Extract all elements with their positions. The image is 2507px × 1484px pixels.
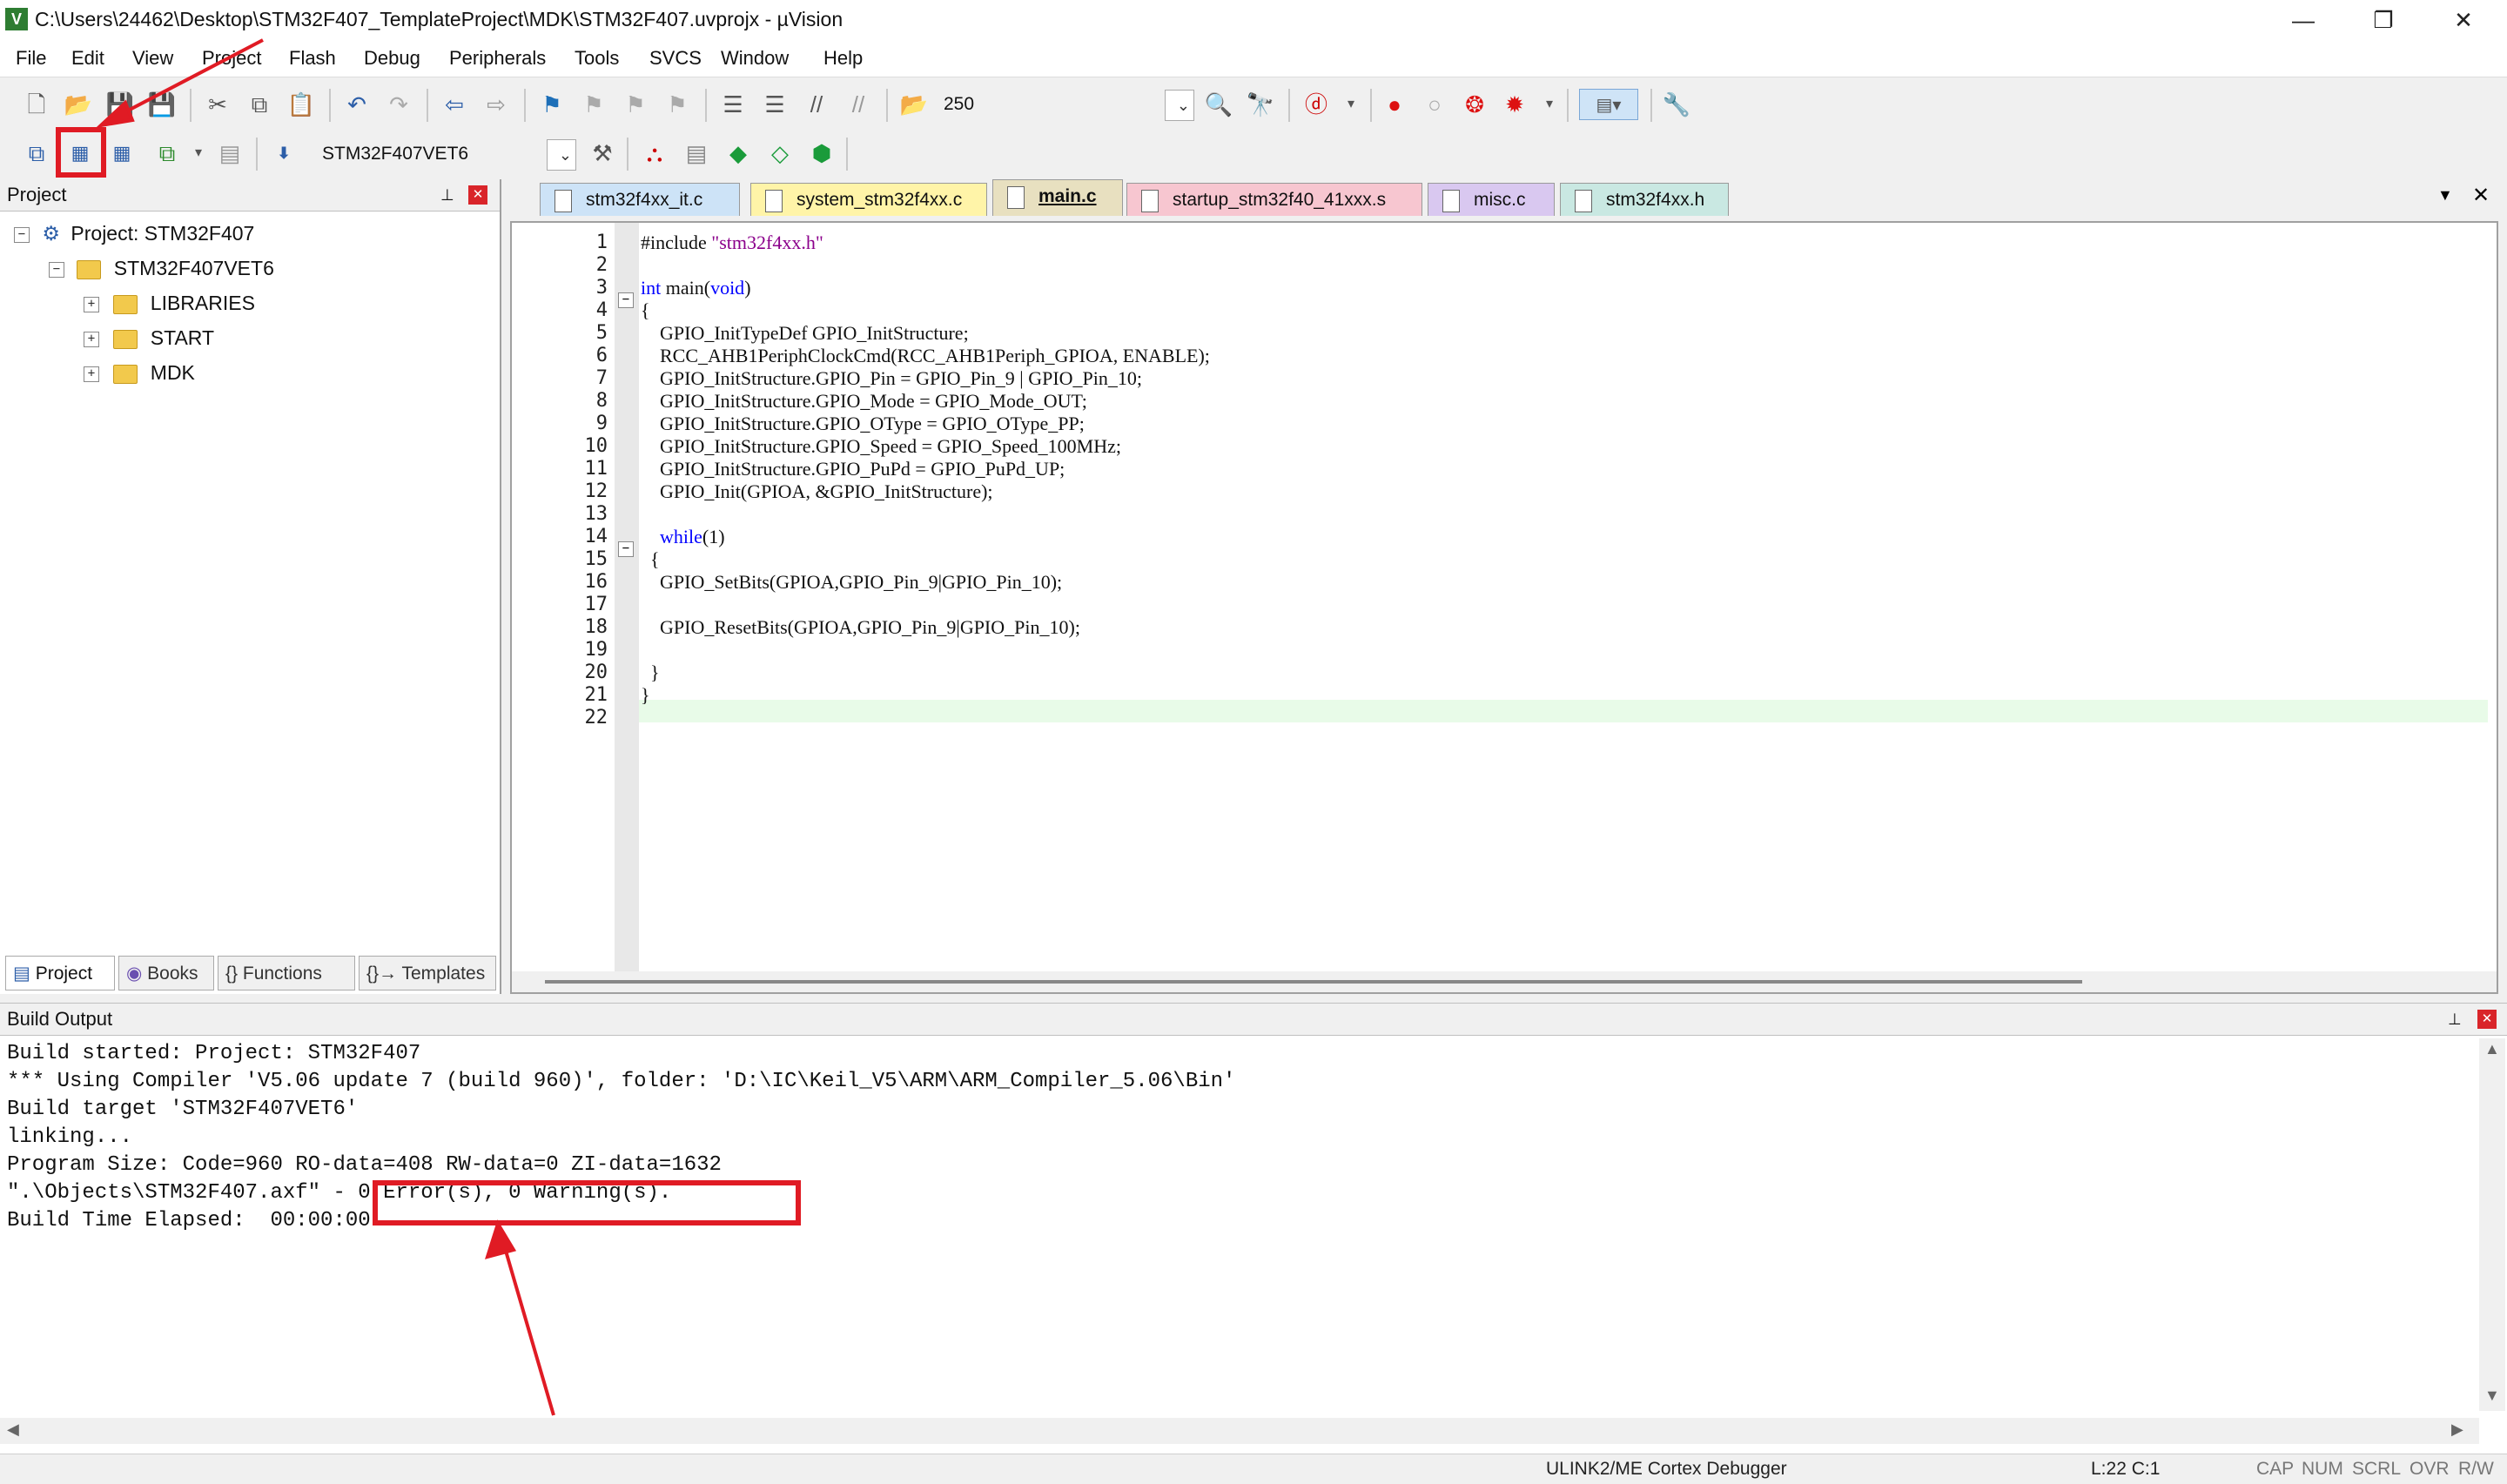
annotation-arrows — [95, 38, 555, 1416]
arrow-line-to-build — [109, 38, 264, 122]
arrow-head-to-build — [95, 99, 135, 129]
arrow-line-to-result — [500, 1235, 555, 1416]
arrow-head-to-result — [484, 1219, 517, 1259]
